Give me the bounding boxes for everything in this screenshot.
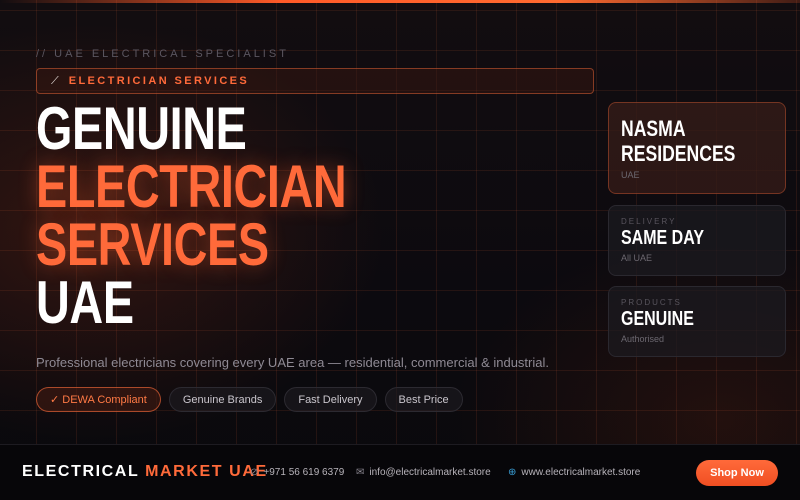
footer-bar: ELECTRICAL MARKET UAE ⊘ +971 56 619 6379… — [0, 444, 800, 500]
headline-line-2: ELECTRICIAN — [36, 153, 347, 220]
service-pill: ⟋ ELECTRICIAN SERVICES — [36, 68, 594, 94]
headline-line-1: GENUINE — [36, 95, 247, 162]
card-delivery: DELIVERY SAME DAY All UAE — [608, 205, 786, 276]
card-products-title: GENUINE — [621, 308, 694, 330]
top-accent-line — [0, 0, 800, 3]
card-delivery-sub: All UAE — [621, 253, 653, 263]
card-delivery-title: SAME DAY — [621, 227, 704, 249]
mail-icon: ✉ — [356, 467, 365, 478]
card-products: PRODUCTS GENUINE Authorised — [608, 286, 786, 357]
hero-kicker: // UAE ELECTRICAL SPECIALIST — [36, 48, 289, 60]
card-location: NASMA RESIDENCES UAE — [608, 102, 786, 194]
brand-part-1: ELECTRICAL — [22, 463, 140, 480]
email-text: info@electricalmarket.store — [369, 467, 491, 478]
tag-fast-delivery: Fast Delivery — [284, 387, 377, 412]
hero-headline: GENUINE ELECTRICIAN SERVICES UAE — [36, 95, 347, 336]
card-products-caption: PRODUCTS — [621, 298, 682, 307]
footer-phone[interactable]: ⊘ +971 56 619 6379 — [250, 467, 344, 478]
footer-email[interactable]: ✉ info@electricalmarket.store — [356, 467, 491, 478]
wrench-icon: ⟋ — [51, 74, 59, 87]
card-delivery-caption: DELIVERY — [621, 217, 677, 226]
feature-tags: ✓ DEWA Compliant Genuine Brands Fast Del… — [36, 387, 463, 412]
phone-text: +971 56 619 6379 — [263, 467, 345, 478]
headline-line-4: UAE — [36, 269, 134, 336]
tag-genuine-brands: Genuine Brands — [168, 387, 277, 412]
service-pill-label: ELECTRICIAN SERVICES — [68, 75, 250, 87]
website-text: www.electricalmarket.store — [521, 467, 641, 478]
globe-icon: ⊕ — [508, 467, 517, 478]
card-location-title-2: RESIDENCES — [621, 141, 736, 166]
phone-icon: ⊘ — [250, 467, 259, 478]
headline-line-3: SERVICES — [36, 211, 269, 278]
footer-brand[interactable]: ELECTRICAL MARKET UAE — [22, 463, 268, 481]
tag-best-price: Best Price — [384, 387, 463, 412]
card-products-sub: Authorised — [621, 334, 665, 344]
card-location-title-1: NASMA — [621, 116, 686, 141]
card-location-sub: UAE — [621, 170, 640, 180]
shop-now-button[interactable]: Shop Now — [696, 460, 778, 486]
tag-dewa-compliant: ✓ DEWA Compliant — [36, 387, 161, 412]
footer-website[interactable]: ⊕ www.electricalmarket.store — [508, 467, 640, 478]
hero-description: Professional electricians covering every… — [36, 355, 549, 370]
